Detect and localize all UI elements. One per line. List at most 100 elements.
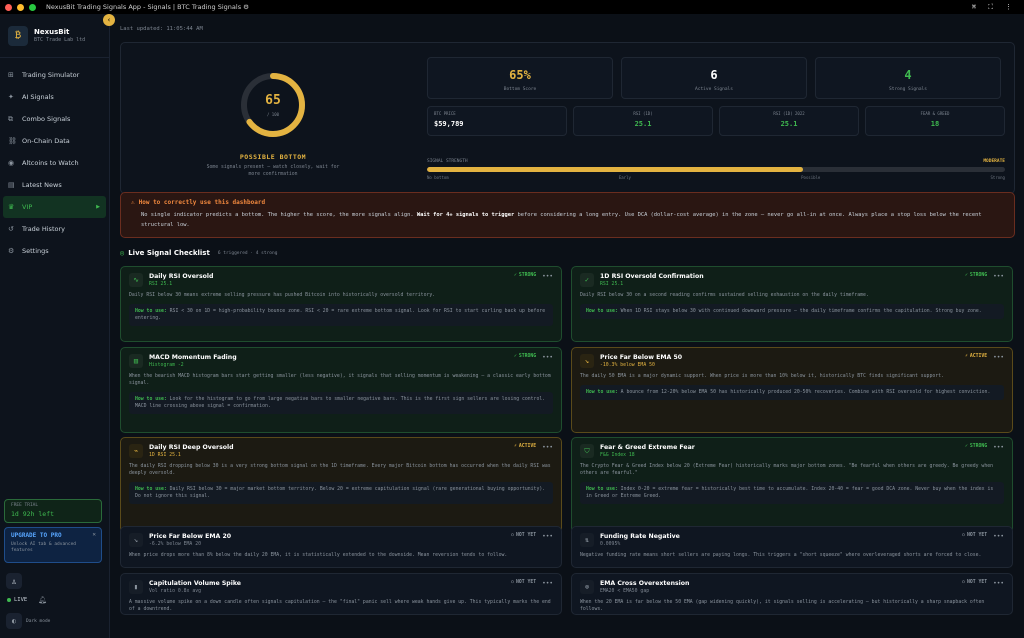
signal-status-badge: ✓ STRONG — [965, 444, 987, 449]
upgrade-card[interactable]: UPGRADE TO PRO Unlock AI tab & advanced … — [4, 527, 102, 563]
user-avatar-icon[interactable]: ♙ — [6, 573, 22, 589]
close-window-button[interactable] — [5, 3, 12, 11]
window-titlebar: NexusBit Trading Signals App - Signals |… — [0, 0, 1024, 14]
stat-value: 6 — [710, 68, 718, 82]
status-label: STRONG — [518, 273, 537, 278]
mini-label: RSI (1D) 2022 — [773, 111, 805, 116]
how-to-use-label: How to use: — [586, 487, 618, 492]
brand-subtitle: BTC Trade Lab ltd — [34, 37, 86, 43]
signal-card[interactable]: ⇅ Funding Rate Negative 0.0095% ○ NOT YET •••… — [571, 526, 1013, 568]
sidebar-item-settings[interactable]: ⚙ Settings — [0, 240, 109, 262]
btc-price-card: BTC PRICE $59,789 — [427, 106, 567, 136]
sidebar-item-on-chain-data[interactable]: ⛓ On-Chain Data — [0, 130, 109, 152]
minimize-window-button[interactable] — [17, 3, 24, 11]
signal-metric: RSI 25.1 — [149, 282, 173, 287]
brand-logo-icon: ₿ — [8, 25, 28, 46]
mini-label: BTC PRICE — [434, 111, 456, 116]
signal-card[interactable]: ▥ MACD Momentum Fading Histogram -2 ✓ STRONG… — [120, 347, 562, 433]
news-icon: ▤ — [8, 181, 15, 189]
how-to-use-label: How to use: — [135, 309, 167, 314]
extensions-icon[interactable]: ⌘ — [972, 3, 976, 12]
sidebar-item-latest-news[interactable]: ▤ Latest News — [0, 174, 109, 196]
signal-status-badge: ○ NOT YET — [511, 533, 536, 538]
signal-status-badge: ⚡ ACTIVE — [965, 354, 987, 359]
sidebar-item-trade-history[interactable]: ↺ Trade History — [0, 218, 109, 240]
more-options-icon[interactable]: ••• — [993, 444, 1004, 451]
more-options-icon[interactable]: ••• — [993, 273, 1004, 280]
sidebar-item-ai-signals[interactable]: ✦ AI Signals — [0, 86, 109, 108]
how-to-use-label: How to use: — [586, 390, 618, 395]
signal-card[interactable]: ▮ Capitulation Volume Spike Vol ratio 0.8x… — [120, 573, 562, 615]
trial-badge[interactable]: FREE TRIAL 1d 92h left — [4, 499, 102, 523]
signal-metric: Vol ratio 0.8x avg — [149, 589, 201, 594]
stat-value: 4 — [904, 68, 912, 82]
signal-status-badge: ✓ STRONG — [965, 273, 987, 278]
warning-icon: ⚠ — [131, 199, 135, 206]
signal-card[interactable]: ∿ Daily RSI Oversold RSI 25.1 ✓ STRONG ••• Dai… — [120, 266, 562, 342]
signal-card[interactable]: ⌁ Daily RSI Deep Oversold 1D RSI 25.1 ⚡ ACTI… — [120, 437, 562, 533]
trend-icon: ↘ — [580, 354, 594, 368]
sidebar-item-trading-simulator[interactable]: ⊞ Trading Simulator — [0, 64, 109, 86]
signal-card[interactable]: ⊗ EMA Cross Overextension EMA20 < EMA50 ga… — [571, 573, 1013, 615]
strength-value: MODERATE — [983, 159, 1005, 164]
status-icon: ○ — [962, 533, 965, 538]
sidebar-item-altcoins-to-watch[interactable]: ◉ Altcoins to Watch — [0, 152, 109, 174]
warning-body: No single indicator predicts a bottom. T… — [131, 210, 1004, 230]
more-options-icon[interactable]: ••• — [993, 580, 1004, 587]
sidebar-item-combo-signals[interactable]: ⧉ Combo Signals — [0, 108, 109, 130]
bell-icon[interactable]: 🔔︎ — [38, 596, 47, 604]
crown-icon: ♛ — [8, 203, 15, 211]
more-options-icon[interactable]: ••• — [542, 273, 553, 280]
brand-name: NexusBit — [34, 28, 70, 36]
signal-title: Daily RSI Oversold — [149, 273, 214, 280]
sidebar: ₿ NexusBit BTC Trade Lab ltd ⊞ Trading Si… — [0, 14, 110, 638]
ai-icon: ✦ — [8, 93, 14, 101]
collapse-sidebar-button[interactable]: ‹ — [103, 14, 115, 26]
cross-icon: ⊗ — [580, 580, 594, 594]
signal-title: Price Far Below EMA 20 — [149, 533, 232, 540]
fear-greed-card: FEAR & GREED 18 — [865, 106, 1005, 136]
check-icon: ✓ — [580, 273, 594, 287]
more-options-icon[interactable]: ••• — [993, 354, 1004, 361]
gear-icon: ⚙ — [8, 247, 15, 255]
signal-metric: EMA20 < EMA50 gap — [600, 589, 650, 594]
more-icon[interactable]: ⋮ — [1005, 3, 1012, 12]
sidebar-item-label: On-Chain Data — [22, 137, 70, 145]
stat-strong-signals: 4 Strong Signals — [815, 57, 1001, 99]
sidebar-item-vip[interactable]: ♛ VIP ▶ — [3, 196, 106, 218]
status-icon: ○ — [962, 580, 965, 585]
signal-title: Funding Rate Negative — [600, 533, 680, 540]
stat-bottom-score: 65% Bottom Score — [427, 57, 613, 99]
more-options-icon[interactable]: ••• — [542, 580, 553, 587]
how-to-use: How to use: RSI < 30 on 1D = high-probab… — [129, 304, 553, 326]
theme-toggle-icon[interactable]: ◐ — [6, 613, 22, 629]
maximize-window-button[interactable] — [29, 3, 36, 11]
signal-description: When the bearish MACD histogram bars sta… — [129, 374, 551, 386]
more-options-icon[interactable]: ••• — [542, 354, 553, 361]
brand[interactable]: ₿ NexusBit BTC Trade Lab ltd — [0, 14, 109, 58]
signal-card[interactable]: ↘ Price Far Below EMA 50 -10.3% below EMA … — [571, 347, 1013, 433]
how-to-use-text: When 1D RSI stays below 30 with continue… — [620, 309, 982, 314]
signal-card[interactable]: ✓ 1D RSI Oversold Confirmation RSI 25.1 ✓ ST… — [571, 266, 1013, 342]
last-updated: Last updated: 11:05:44 AM — [120, 26, 203, 32]
more-options-icon[interactable]: ••• — [542, 444, 553, 451]
status-icon: ⚡ — [513, 444, 517, 449]
status-icon: ○ — [511, 580, 514, 585]
close-icon[interactable]: ✕ — [92, 531, 96, 538]
rsi-2022-card: RSI (1D) 2022 25.1 — [719, 106, 859, 136]
stat-label: Bottom Score — [503, 87, 537, 92]
signal-description: Negative funding rate means short seller… — [580, 553, 982, 558]
signal-description: A massive volume spike on a down candle … — [129, 600, 551, 612]
sidebar-item-label: Combo Signals — [22, 115, 71, 123]
status-label: STRONG — [969, 273, 988, 278]
signal-status-badge: ✓ STRONG — [514, 354, 536, 359]
signal-status-badge: ○ NOT YET — [962, 580, 987, 585]
warning-text: No single indicator predicts a bottom. T… — [141, 212, 417, 218]
signal-card[interactable]: ⛉ Fear & Greed Extreme Fear F&G Index 18 ✓ S… — [571, 437, 1013, 533]
more-options-icon[interactable]: ••• — [993, 533, 1004, 540]
strength-bar-fill — [427, 167, 803, 172]
fullscreen-icon[interactable]: ⛶ — [988, 3, 993, 12]
signal-card[interactable]: ↘ Price Far Below EMA 20 -6.2% below EMA 2… — [120, 526, 562, 568]
sidebar-item-label: VIP — [22, 203, 33, 211]
more-options-icon[interactable]: ••• — [542, 533, 553, 540]
